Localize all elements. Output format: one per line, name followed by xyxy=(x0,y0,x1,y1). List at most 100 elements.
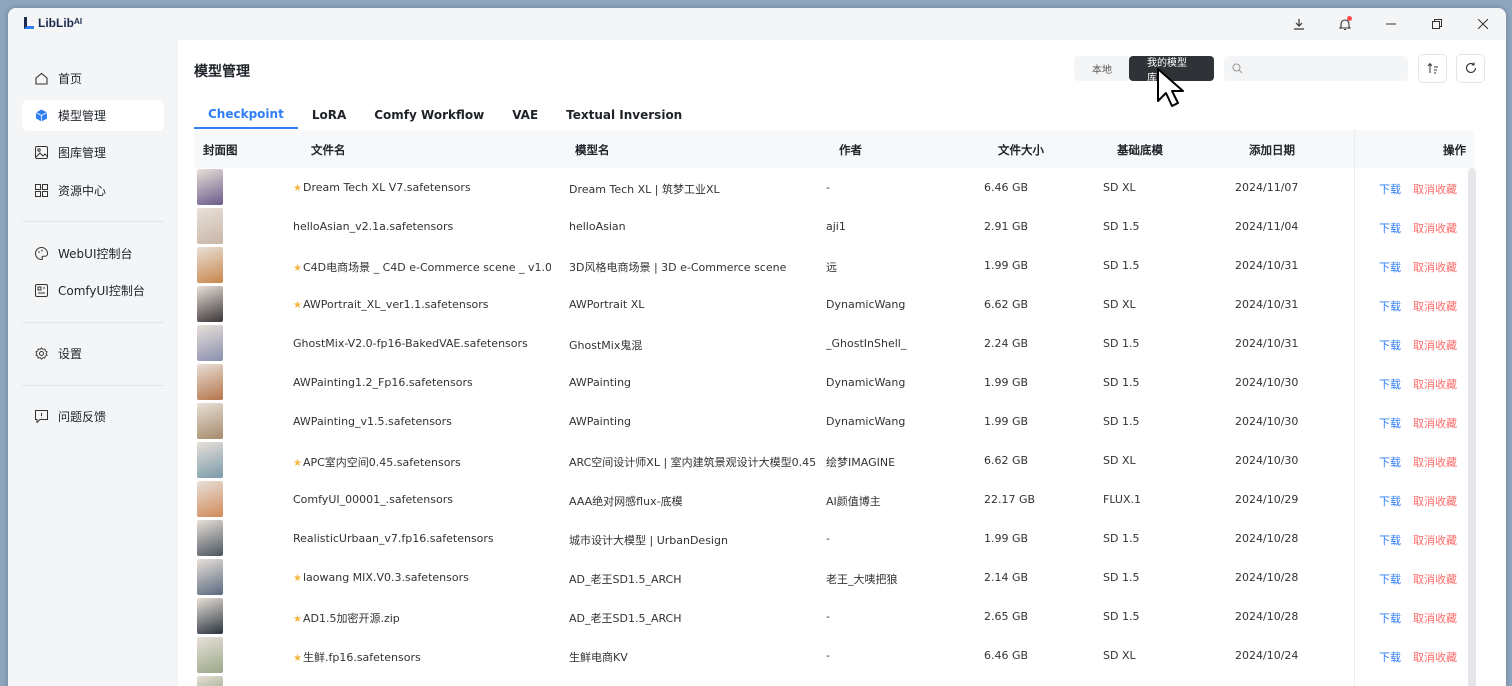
download-link[interactable]: 下载 xyxy=(1379,376,1401,392)
date-cell: 2024/10/31 xyxy=(1235,259,1299,272)
download-link[interactable]: 下载 xyxy=(1379,493,1401,509)
unfavorite-link[interactable]: 取消收藏 xyxy=(1413,454,1457,470)
download-icon[interactable] xyxy=(1276,8,1322,40)
sidebar-item-label: WebUI控制台 xyxy=(58,247,133,261)
table-row: ★AWPortrait_XL_ver1.1.safetensors AWPortr… xyxy=(194,285,1474,324)
filename-cell: helloAsian_v2.1a.safetensors xyxy=(293,220,551,233)
filename-cell: GhostMix-V2.0-fp16-BakedVAE.safetensors xyxy=(293,337,551,350)
tab-vae[interactable]: VAE xyxy=(498,100,552,129)
close-icon[interactable] xyxy=(1460,8,1506,40)
minimize-icon[interactable] xyxy=(1368,8,1414,40)
filename-cell: ★C4D电商场景 _ C4D e-Commerce scene _ v1.0.f… xyxy=(293,259,551,275)
unfavorite-link[interactable]: 取消收藏 xyxy=(1413,220,1457,236)
refresh-icon xyxy=(1465,59,1477,78)
cover-thumbnail[interactable] xyxy=(197,247,223,283)
sidebar-item-settings[interactable]: 设置 xyxy=(22,338,164,369)
unfavorite-link[interactable]: 取消收藏 xyxy=(1413,571,1457,587)
date-cell: 2024/10/30 xyxy=(1235,376,1299,389)
cover-thumbnail[interactable] xyxy=(197,559,223,595)
local-toggle-button[interactable]: 本地 xyxy=(1074,56,1130,81)
unfavorite-link[interactable]: 取消收藏 xyxy=(1413,337,1457,353)
refresh-button[interactable] xyxy=(1456,54,1485,83)
sidebar-item-feedback[interactable]: 问题反馈 xyxy=(22,401,164,432)
page-title: 模型管理 xyxy=(194,64,250,80)
sort-button[interactable] xyxy=(1418,54,1447,83)
unfavorite-link[interactable]: 取消收藏 xyxy=(1413,376,1457,392)
download-link[interactable]: 下载 xyxy=(1379,181,1401,197)
sidebar-item-home[interactable]: 首页 xyxy=(22,63,164,94)
sidebar-item-label: ComfyUI控制台 xyxy=(58,284,145,298)
filename-cell: ★AD1.5加密开源.zip xyxy=(293,610,551,626)
model-cell: AD_老王SD1.5_ARCH xyxy=(569,573,682,586)
notification-dot xyxy=(1347,16,1352,21)
filename-text: AWPortrait_XL_ver1.1.safetensors xyxy=(302,298,489,311)
filename-cell: ★APC室内空间0.45.safetensors xyxy=(293,454,551,470)
download-link[interactable]: 下载 xyxy=(1379,571,1401,587)
sidebar-item-model-management[interactable]: 模型管理 xyxy=(22,100,164,131)
download-link[interactable]: 下载 xyxy=(1379,259,1401,275)
unfavorite-link[interactable]: 取消收藏 xyxy=(1413,493,1457,509)
unfavorite-link[interactable]: 取消收藏 xyxy=(1413,298,1457,314)
app-logo: LibLibᴬᴵ xyxy=(24,16,82,30)
sidebar-item-comfyui[interactable]: ComfyUI控制台 xyxy=(22,275,164,306)
sidebar-item-resources[interactable]: 资源中心 xyxy=(22,175,164,206)
cover-thumbnail[interactable] xyxy=(197,442,223,478)
tab-comfy-workflow[interactable]: Comfy Workflow xyxy=(360,100,498,129)
cover-thumbnail[interactable] xyxy=(197,481,223,517)
search-input[interactable] xyxy=(1249,62,1399,75)
cover-thumbnail[interactable] xyxy=(197,286,223,322)
download-link[interactable]: 下载 xyxy=(1379,649,1401,665)
download-link[interactable]: 下载 xyxy=(1379,610,1401,626)
main-content: 模型管理 本地 我的模型库 Checkpoint LoRA Comfy Work… xyxy=(178,40,1506,686)
unfavorite-link[interactable]: 取消收藏 xyxy=(1413,649,1457,665)
title-bar: LibLibᴬᴵ xyxy=(8,8,1506,40)
base-model-cell: SD 1.5 xyxy=(1103,610,1140,623)
download-link[interactable]: 下载 xyxy=(1379,532,1401,548)
maximize-icon[interactable] xyxy=(1414,8,1460,40)
cover-thumbnail[interactable] xyxy=(197,403,223,439)
cover-thumbnail[interactable] xyxy=(197,637,223,673)
unfavorite-link[interactable]: 取消收藏 xyxy=(1413,532,1457,548)
download-link[interactable]: 下载 xyxy=(1379,298,1401,314)
download-link[interactable]: 下载 xyxy=(1379,220,1401,236)
logo-icon xyxy=(24,17,34,29)
tab-textual-inversion[interactable]: Textual Inversion xyxy=(552,100,696,129)
date-cell: 2024/10/28 xyxy=(1235,532,1299,545)
cover-thumbnail[interactable] xyxy=(197,676,223,686)
cover-thumbnail[interactable] xyxy=(197,598,223,634)
sidebar-item-label: 设置 xyxy=(58,347,83,361)
author-cell: DynamicWang xyxy=(826,415,906,428)
filename-text: RealisticUrbaan_v7.fp16.safetensors xyxy=(293,532,494,545)
base-model-cell: SD XL xyxy=(1103,454,1136,467)
size-cell: 2.24 GB xyxy=(984,337,1029,350)
unfavorite-link[interactable]: 取消收藏 xyxy=(1413,259,1457,275)
tab-checkpoint[interactable]: Checkpoint xyxy=(194,100,298,129)
unfavorite-link[interactable]: 取消收藏 xyxy=(1413,610,1457,626)
cover-thumbnail[interactable] xyxy=(197,364,223,400)
model-cell: Dream Tech XL | 筑梦工业XL xyxy=(569,183,720,196)
unfavorite-link[interactable]: 取消收藏 xyxy=(1413,415,1457,431)
tab-lora[interactable]: LoRA xyxy=(298,100,360,129)
author-cell: _GhostInShell_ xyxy=(826,337,907,350)
base-model-cell: SD 1.5 xyxy=(1103,220,1140,233)
sidebar-item-gallery[interactable]: 图库管理 xyxy=(22,137,164,168)
author-cell: - xyxy=(826,610,830,623)
bell-icon[interactable] xyxy=(1322,8,1368,40)
model-cell: AD_老王SD1.5_ARCH xyxy=(569,612,682,625)
gear-icon xyxy=(34,347,48,361)
sort-icon xyxy=(1427,59,1439,78)
download-link[interactable]: 下载 xyxy=(1379,337,1401,353)
scrollbar[interactable] xyxy=(1468,168,1476,686)
column-header-model: 模型名 xyxy=(575,143,610,157)
sidebar-item-label: 资源中心 xyxy=(58,184,107,198)
sidebar: 首页 模型管理 图库管理 资源中心 WebUI控制台 ComfyUI控制台 设置 xyxy=(8,40,178,686)
download-link[interactable]: 下载 xyxy=(1379,454,1401,470)
sidebar-item-webui[interactable]: WebUI控制台 xyxy=(22,238,164,269)
cover-thumbnail[interactable] xyxy=(197,520,223,556)
cover-thumbnail[interactable] xyxy=(197,325,223,361)
cover-thumbnail[interactable] xyxy=(197,169,223,205)
cover-thumbnail[interactable] xyxy=(197,208,223,244)
unfavorite-link[interactable]: 取消收藏 xyxy=(1413,181,1457,197)
model-cell: helloAsian xyxy=(569,220,626,233)
download-link[interactable]: 下载 xyxy=(1379,415,1401,431)
